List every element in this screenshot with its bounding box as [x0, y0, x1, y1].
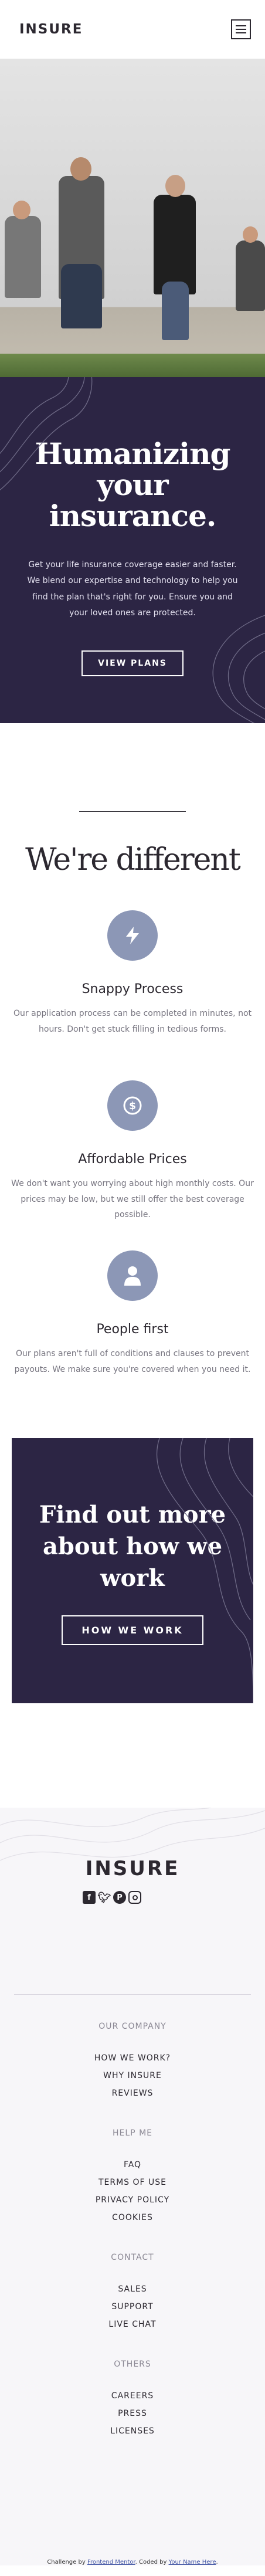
footer-group-title: CONTACT	[111, 2253, 154, 2262]
footer-group-title: HELP ME	[113, 2128, 152, 2138]
person-head	[70, 157, 91, 181]
footer-link-privacy-policy[interactable]: PRIVACY POLICY	[14, 2195, 251, 2205]
cta-title: Find out more about how we work	[39, 1501, 226, 1592]
people-first-icon	[107, 1250, 158, 1301]
footer-group-our-company: OUR COMPANY HOW WE WORK? WHY INSURE REVI…	[14, 2022, 251, 2098]
footer-logo[interactable]: INSURE	[14, 1857, 251, 1880]
footer-link-terms-of-use[interactable]: TERMS OF USE	[14, 2178, 251, 2187]
person-woman	[154, 195, 196, 294]
footer: INSURE f 🐦︎ P OUR COMPANY HOW WE WORK? W…	[0, 1808, 265, 2565]
footer-link-cookies[interactable]: COOKIES	[14, 2213, 251, 2222]
feature-title: Affordable Prices	[78, 1152, 187, 1167]
attribution-middle: . Coded by	[135, 2559, 169, 2565]
footer-group-contact: CONTACT SALES SUPPORT LIVE CHAT	[14, 2253, 251, 2329]
hero-section: Humanizing your insurance. Get your life…	[0, 377, 265, 723]
footer-group-help-me: HELP ME FAQ TERMS OF USE PRIVACY POLICY …	[14, 2128, 251, 2222]
author-link[interactable]: Your Name Here	[169, 2559, 216, 2565]
menu-bar	[236, 32, 246, 33]
facebook-icon[interactable]: f	[83, 1891, 96, 1904]
person-head	[13, 201, 30, 219]
top-navigation: INSURE	[0, 0, 265, 59]
person-head	[165, 175, 185, 197]
attribution: Challenge by Frontend Mentor. Coded by Y…	[0, 2559, 265, 2565]
feature-people-first: People first Our plans aren't full of co…	[0, 1250, 265, 1421]
person-woman-legs	[162, 282, 189, 340]
footer-link-live-chat[interactable]: LIVE CHAT	[14, 2320, 251, 2329]
menu-bar	[236, 29, 246, 30]
feature-description: Our plans aren't full of conditions and …	[14, 1349, 251, 1374]
logo[interactable]: INSURE	[19, 22, 83, 37]
footer-link-press[interactable]: PRESS	[14, 2409, 251, 2418]
how-we-work-button[interactable]: HOW WE WORK	[62, 1615, 203, 1645]
pinterest-icon[interactable]: P	[113, 1891, 126, 1904]
footer-group-title: OTHERS	[114, 2360, 151, 2369]
feature-title: Snappy Process	[81, 982, 184, 996]
feature-description: Our application process can be completed…	[13, 1009, 252, 1034]
grass	[0, 354, 265, 377]
hero-family-photo	[0, 59, 265, 377]
hamburger-menu-icon[interactable]	[231, 19, 251, 39]
attribution-suffix: .	[216, 2559, 218, 2565]
how-we-work-banner: Find out more about how we work HOW WE W…	[12, 1438, 253, 1703]
person-child-right	[236, 240, 265, 311]
person-man-legs	[61, 264, 102, 328]
person-head	[243, 226, 258, 243]
we-are-different-section: We're different Snappy Process Our appli…	[0, 723, 265, 1421]
instagram-icon[interactable]	[128, 1891, 141, 1904]
footer-link-reviews[interactable]: REVIEWS	[14, 2089, 251, 2098]
social-links: f 🐦︎ P	[0, 1891, 251, 1904]
menu-bar	[236, 25, 246, 26]
view-plans-button[interactable]: VIEW PLANS	[81, 650, 184, 677]
svg-text:$: $	[129, 1100, 136, 1112]
instagram-lens	[132, 1894, 138, 1900]
frontend-mentor-link[interactable]: Frontend Mentor	[87, 2559, 135, 2565]
feature-snappy-process: Snappy Process Our application process c…	[0, 910, 265, 1080]
feature-affordable-prices: $ Affordable Prices We don't want you wo…	[0, 1080, 265, 1250]
affordable-prices-icon: $	[107, 1080, 158, 1131]
person-child-left	[5, 216, 41, 298]
footer-link-how-we-work[interactable]: HOW WE WORK?	[14, 2053, 251, 2063]
footer-group-title: OUR COMPANY	[98, 2022, 167, 2031]
how-we-work-section: Find out more about how we work HOW WE W…	[0, 1421, 265, 1808]
hero-title: Humanizing your insurance.	[35, 436, 231, 533]
footer-link-support[interactable]: SUPPORT	[14, 2302, 251, 2311]
footer-link-sales[interactable]: SALES	[14, 2284, 251, 2294]
attribution-prefix: Challenge by	[47, 2559, 87, 2565]
twitter-icon[interactable]: 🐦︎	[98, 1891, 111, 1904]
footer-link-faq[interactable]: FAQ	[14, 2160, 251, 2170]
snappy-process-icon	[107, 910, 158, 961]
footer-divider	[14, 1994, 251, 1995]
feature-description: We don't want you worrying about high mo…	[11, 1179, 254, 1220]
section-title: We're different	[25, 842, 241, 877]
footer-group-others: OTHERS CAREERS PRESS LICENSES	[14, 2360, 251, 2436]
footer-link-careers[interactable]: CAREERS	[14, 2391, 251, 2401]
hero-description: Get your life insurance coverage easier …	[27, 560, 238, 618]
footer-link-why-insure[interactable]: WHY INSURE	[14, 2071, 251, 2080]
feature-title: People first	[96, 1322, 169, 1337]
footer-link-licenses[interactable]: LICENSES	[14, 2426, 251, 2436]
section-divider	[79, 811, 186, 812]
